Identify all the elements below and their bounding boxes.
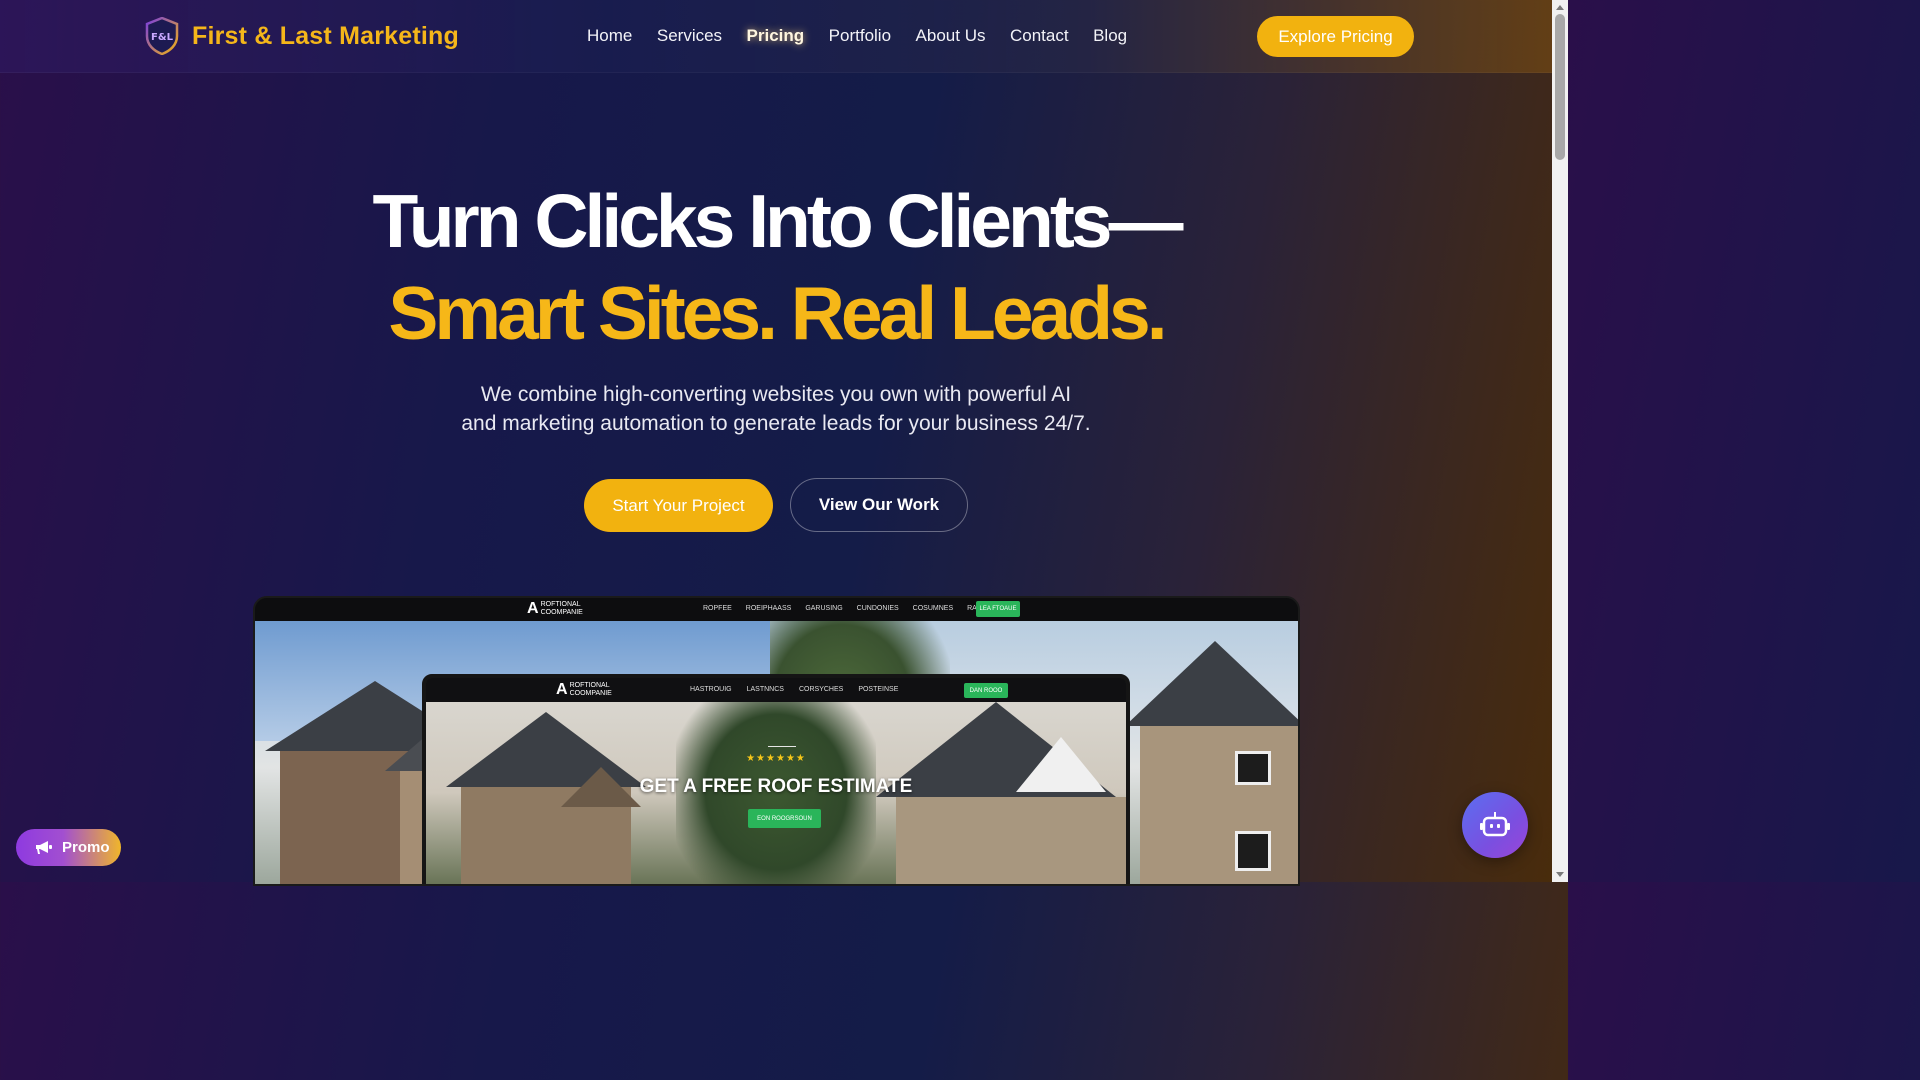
nav-contact[interactable]: Contact [1010, 26, 1069, 46]
preview-nav-item: CUNDONIES [856, 605, 899, 612]
main-nav: Home Services Pricing Portfolio About Us… [587, 26, 1152, 46]
shield-logo-icon: F&L [145, 17, 179, 55]
inner-logo-line2: COOMPANIE [569, 690, 612, 697]
hero-subtitle-line2: and marketing automation to generate lea… [461, 412, 1091, 435]
inner-cta-button: EON ROOGRSOUN [748, 809, 821, 828]
inner-logo: A ROFTIONAL COOMPANIE [556, 682, 612, 698]
chatbot-button[interactable] [1462, 792, 1528, 858]
preview-logo-line1: ROFTIONAL [540, 601, 581, 608]
svg-text:F&L: F&L [151, 32, 174, 43]
inner-nav-item: LASTNNCS [746, 686, 784, 693]
inner-divider [768, 746, 796, 747]
inner-house-left-image [426, 712, 656, 884]
scroll-down-arrow-icon[interactable] [1556, 872, 1564, 877]
preview-hero-image: A ROFTIONAL COOMPANIE HASTROUIG LASTNNCS … [255, 621, 1298, 884]
megaphone-icon [36, 840, 52, 854]
nav-home[interactable]: Home [587, 26, 632, 46]
nav-portfolio[interactable]: Portfolio [829, 26, 891, 46]
inner-nav-item: POSTEINSE [858, 686, 899, 693]
scroll-thumb[interactable] [1555, 14, 1565, 160]
preview-logo: A ROFTIONAL COOMPANIE [527, 601, 583, 617]
hero-subtitle-line1: We combine high-converting websites you … [480, 383, 1072, 406]
preview-inner-device: A ROFTIONAL COOMPANIE HASTROUIG LASTNNCS … [422, 674, 1130, 884]
inner-nav-item: HASTROUIG [690, 686, 732, 693]
house-right-image [1125, 641, 1298, 884]
preview-nav-item: ROEIPHAASS [745, 605, 792, 612]
inner-cta: DAN ROOO [964, 683, 1008, 698]
preview-nav-item: ROPFEE [703, 605, 732, 612]
preview-logo-line2: COOMPANIE [540, 609, 583, 616]
logo-text: First & Last Marketing [192, 21, 459, 50]
hero-title-line2: Smart Sites. Real Leads. [388, 271, 1167, 355]
robot-icon [1480, 812, 1510, 837]
site-header: F&L First & Last Marketing Home Services… [0, 0, 1552, 73]
preview-nav-item: GARUSING [805, 605, 843, 612]
inner-hero-image: ★★★★★★ GET A FREE ROOF ESTIMATE EON ROOG… [426, 702, 1126, 884]
nav-services[interactable]: Services [657, 26, 722, 46]
nav-about-us[interactable]: About Us [916, 26, 986, 46]
inner-logo-line1: ROFTIONAL [569, 682, 610, 689]
preview-navbar: A ROFTIONAL COOMPANIE ROPFEE ROEIPHAASS G… [255, 598, 1298, 621]
preview-nav-links: ROPFEE ROEIPHAASS GARUSING CUNDONIES COS… [703, 605, 1005, 612]
scroll-up-arrow-icon[interactable] [1556, 5, 1564, 10]
promo-button[interactable]: Promo [16, 829, 121, 866]
nav-blog[interactable]: Blog [1093, 26, 1127, 46]
preview-cta: LEA FTOAUE [976, 601, 1020, 617]
inner-logo-mark-icon: A [556, 681, 568, 698]
preview-nav-item: COSUMNES [912, 605, 954, 612]
nav-pricing[interactable]: Pricing [747, 26, 805, 46]
start-project-button[interactable]: Start Your Project [584, 479, 773, 532]
site-logo[interactable]: F&L First & Last Marketing [145, 17, 459, 55]
inner-nav-item: CORSYCHES [798, 686, 844, 693]
hero-title-line1: Turn Clicks Into Clients— [372, 179, 1183, 263]
explore-pricing-button[interactable]: Explore Pricing [1257, 16, 1414, 57]
promo-label: Promo [62, 839, 110, 856]
page-scrollbar[interactable] [1552, 0, 1568, 882]
inner-navbar: A ROFTIONAL COOMPANIE HASTROUIG LASTNNCS … [426, 678, 1126, 702]
preview-logo-mark-icon: A [527, 600, 539, 617]
inner-nav-links: HASTROUIG LASTNNCS CORSYCHES POSTEINSE [690, 686, 913, 693]
inner-headline: GET A FREE ROOF ESTIMATE [639, 776, 913, 797]
view-work-button[interactable]: View Our Work [790, 478, 968, 532]
hero-subtitle: We combine high-converting websites you … [426, 380, 1126, 438]
inner-rating-stars: ★★★★★★ [746, 753, 806, 764]
website-preview-mockup: A ROFTIONAL COOMPANIE ROPFEE ROEIPHAASS G… [253, 596, 1300, 886]
